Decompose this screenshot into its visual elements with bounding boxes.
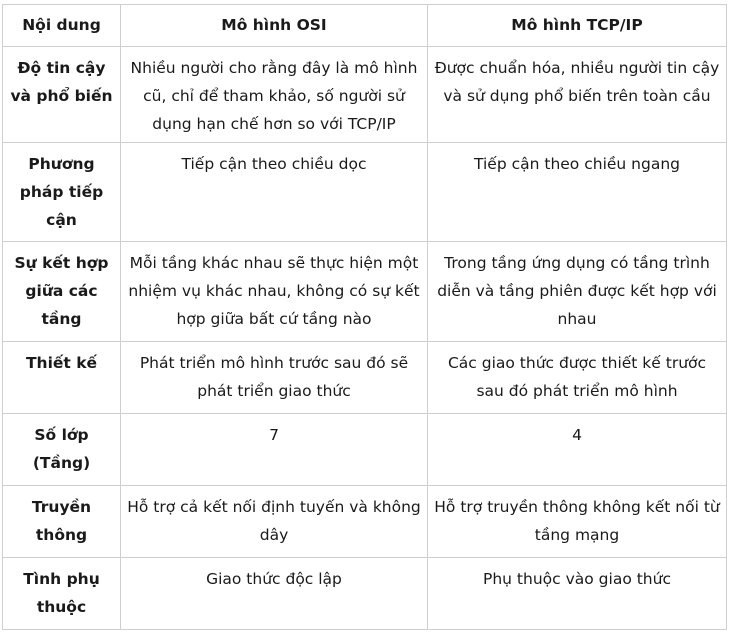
table-row: Độ tin cậy và phổ biến Nhiều người cho r…	[2, 46, 727, 143]
row-label-approach: Phương pháp tiếp cận	[2, 142, 121, 242]
row-label-design: Thiết kế	[2, 341, 121, 414]
tcpip-cell: Các giao thức được thiết kế trước sau đó…	[427, 341, 727, 414]
row-label-communication: Truyền thông	[2, 485, 121, 558]
osi-cell: Nhiều người cho rằng đây là mô hình cũ, …	[120, 46, 428, 143]
tcpip-cell: Tiếp cận theo chiều ngang	[427, 142, 727, 242]
table-row: Sự kết hợp giữa các tầng Mỗi tầng khác n…	[2, 241, 727, 342]
comparison-table: Nội dung Mô hình OSI Mô hình TCP/IP Độ t…	[2, 4, 727, 630]
table-row: Truyền thông Hỗ trợ cả kết nối định tuyế…	[2, 485, 727, 558]
header-tcpip-model: Mô hình TCP/IP	[427, 4, 727, 47]
table-row: Số lớp (Tầng) 7 4	[2, 413, 727, 486]
tcpip-cell: 4	[427, 413, 727, 486]
tcpip-cell: Trong tầng ứng dụng có tầng trình diễn v…	[427, 241, 727, 342]
osi-cell: Hỗ trợ cả kết nối định tuyến và không dâ…	[120, 485, 428, 558]
table-row: Phương pháp tiếp cận Tiếp cận theo chiều…	[2, 142, 727, 242]
osi-cell: 7	[120, 413, 428, 486]
row-label-reliability: Độ tin cậy và phổ biến	[2, 46, 121, 143]
row-label-dependency: Tình phụ thuộc	[2, 557, 121, 630]
tcpip-cell: Hỗ trợ truyền thông không kết nối từ tần…	[427, 485, 727, 558]
osi-cell: Mỗi tầng khác nhau sẽ thực hiện một nhiệ…	[120, 241, 428, 342]
row-label-layer-combination: Sự kết hợp giữa các tầng	[2, 241, 121, 342]
osi-cell: Phát triển mô hình trước sau đó sẽ phát …	[120, 341, 428, 414]
osi-cell: Tiếp cận theo chiều dọc	[120, 142, 428, 242]
header-osi-model: Mô hình OSI	[120, 4, 428, 47]
table-header: Nội dung Mô hình OSI Mô hình TCP/IP	[2, 4, 727, 47]
tcpip-cell: Được chuẩn hóa, nhiều người tin cậy và s…	[427, 46, 727, 143]
table-row: Tình phụ thuộc Giao thức độc lập Phụ thu…	[2, 557, 727, 630]
header-content: Nội dung	[2, 4, 121, 47]
header-row: Nội dung Mô hình OSI Mô hình TCP/IP	[2, 4, 727, 47]
table-body: Độ tin cậy và phổ biến Nhiều người cho r…	[2, 46, 727, 630]
table-row: Thiết kế Phát triển mô hình trước sau đó…	[2, 341, 727, 414]
osi-cell: Giao thức độc lập	[120, 557, 428, 630]
tcpip-cell: Phụ thuộc vào giao thức	[427, 557, 727, 630]
row-label-layer-count: Số lớp (Tầng)	[2, 413, 121, 486]
